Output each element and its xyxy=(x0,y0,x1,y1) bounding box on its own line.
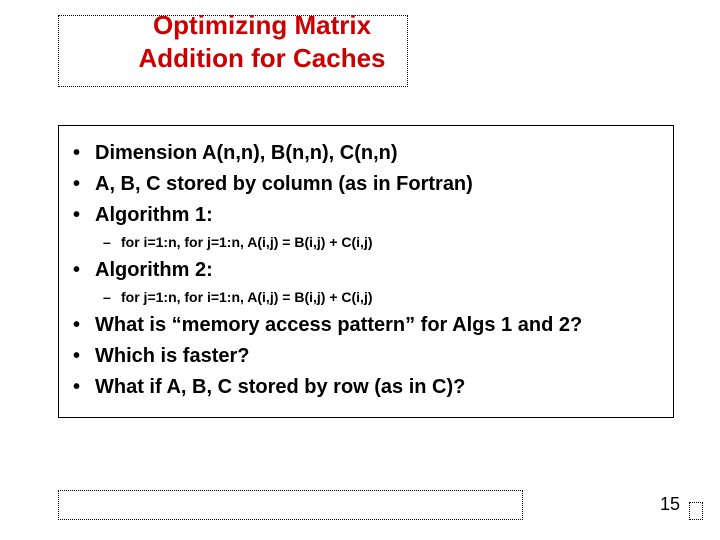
title-line2: Addition for Caches xyxy=(138,43,385,73)
bullet-text: A, B, C stored by column (as in Fortran) xyxy=(95,169,473,200)
bullet-item: • Dimension A(n,n), B(n,n), C(n,n) xyxy=(73,138,659,169)
bullet-icon: • xyxy=(73,372,95,403)
corner-placeholder-box xyxy=(689,502,703,520)
footer-placeholder-box xyxy=(58,490,523,520)
bullet-icon: • xyxy=(73,200,95,231)
bullet-icon: • xyxy=(73,310,95,341)
bullet-icon: • xyxy=(73,169,95,200)
slide-title: Optimizing Matrix Addition for Caches xyxy=(92,9,432,74)
bullet-item: • A, B, C stored by column (as in Fortra… xyxy=(73,169,659,200)
dash-icon: – xyxy=(103,286,121,310)
bullet-text: Algorithm 2: xyxy=(95,255,213,286)
bullet-item: • What is “memory access pattern” for Al… xyxy=(73,310,659,341)
bullet-icon: • xyxy=(73,341,95,372)
sub-bullet-text: for j=1:n, for i=1:n, A(i,j) = B(i,j) + … xyxy=(121,286,373,310)
bullet-item: • What if A, B, C stored by row (as in C… xyxy=(73,372,659,403)
bullet-text: Dimension A(n,n), B(n,n), C(n,n) xyxy=(95,138,398,169)
bullet-text: What is “memory access pattern” for Algs… xyxy=(95,310,582,341)
dash-icon: – xyxy=(103,231,121,255)
bullet-text: Algorithm 1: xyxy=(95,200,213,231)
bullet-text: Which is faster? xyxy=(95,341,249,372)
bullet-text: What if A, B, C stored by row (as in C)? xyxy=(95,372,465,403)
sub-bullet-text: for i=1:n, for j=1:n, A(i,j) = B(i,j) + … xyxy=(121,231,373,255)
title-line1: Optimizing Matrix xyxy=(153,10,371,40)
sub-bullet-item: – for j=1:n, for i=1:n, A(i,j) = B(i,j) … xyxy=(73,286,659,310)
bullet-item: • Algorithm 1: xyxy=(73,200,659,231)
page-number: 15 xyxy=(660,494,680,515)
bullet-item: • Which is faster? xyxy=(73,341,659,372)
sub-bullet-item: – for i=1:n, for j=1:n, A(i,j) = B(i,j) … xyxy=(73,231,659,255)
bullet-icon: • xyxy=(73,138,95,169)
bullet-icon: • xyxy=(73,255,95,286)
content-box: • Dimension A(n,n), B(n,n), C(n,n) • A, … xyxy=(58,125,674,418)
bullet-item: • Algorithm 2: xyxy=(73,255,659,286)
